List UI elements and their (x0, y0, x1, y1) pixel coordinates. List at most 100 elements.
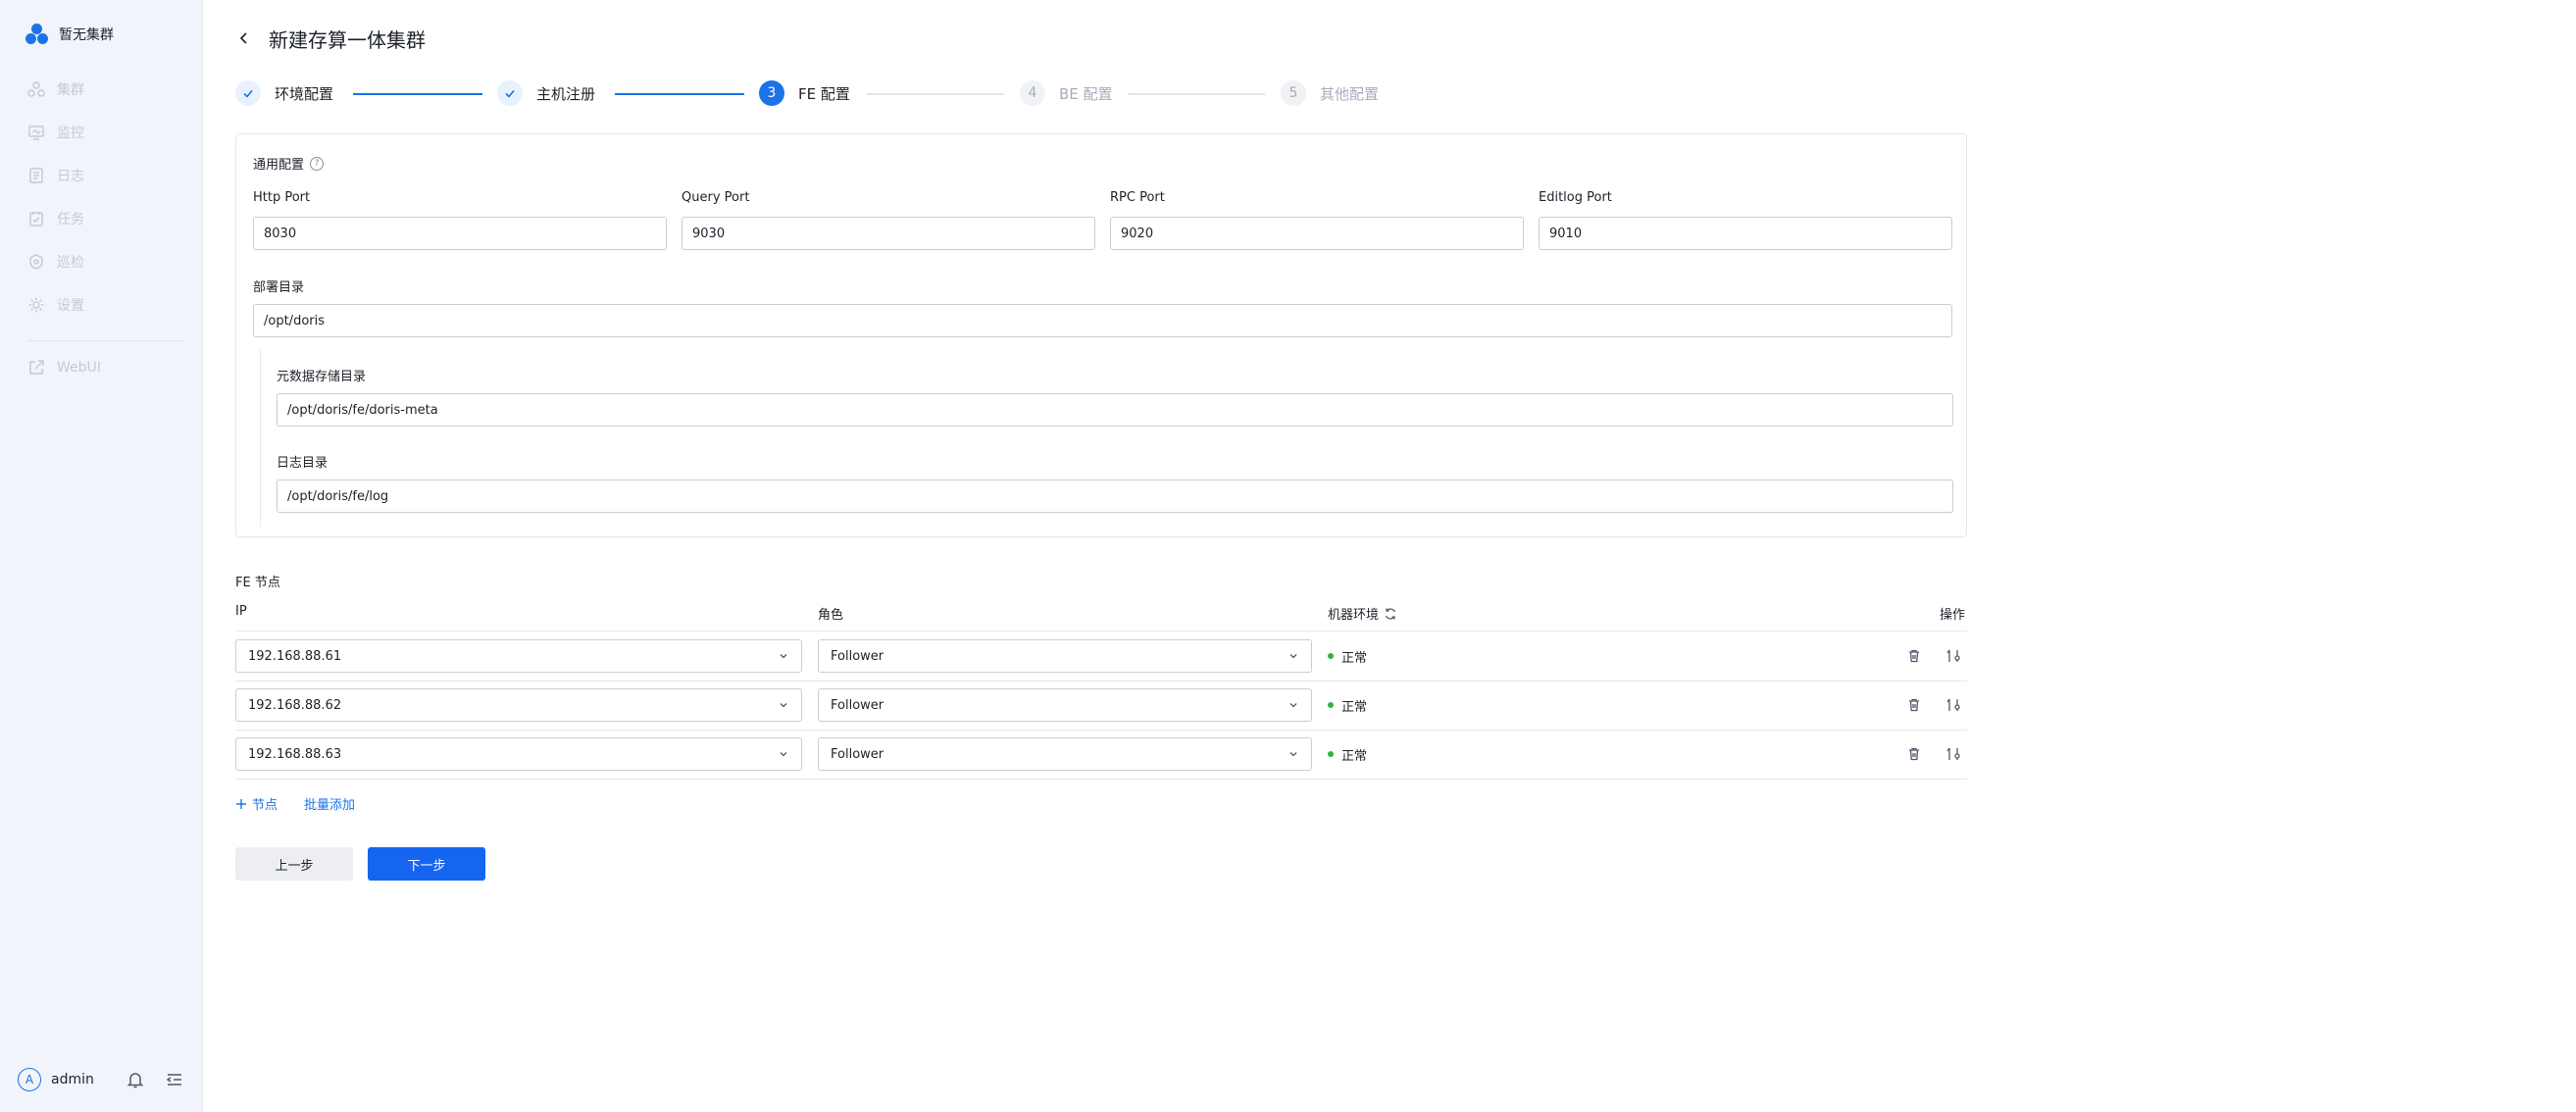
ip-value: 192.168.88.61 (248, 648, 342, 664)
brand[interactable]: 暂无集群 (25, 22, 114, 47)
column-header-env: 机器环境 (1328, 604, 1397, 623)
section-title-text: 通用配置 (253, 158, 305, 173)
role-value: Follower (831, 697, 884, 713)
monitor-icon (28, 126, 44, 140)
table-divider (235, 631, 1967, 632)
ip-value: 192.168.88.63 (248, 746, 342, 762)
role-value: Follower (831, 746, 884, 762)
sidebar-item-label: 集群 (57, 82, 84, 98)
step-connector (353, 93, 482, 95)
step-label: 其他配置 (1320, 84, 1380, 103)
role-select[interactable]: Follower (818, 737, 1312, 771)
log-dir-input[interactable]: /opt/doris/fe/log (277, 480, 1953, 513)
rpc-port-label: RPC Port (1110, 190, 1165, 205)
deploy-dir-input[interactable]: /opt/doris (253, 304, 1952, 337)
sidebar: 暂无集群 集群 监控 日志 任务 巡检 设置 WebUI A admin (0, 0, 203, 1112)
log-icon (29, 168, 43, 183)
step-4: 4 BE 配置 (1020, 78, 1113, 108)
env-status: 正常 (1328, 745, 1368, 764)
column-header-role: 角色 (818, 608, 844, 623)
query-port-input[interactable]: 9030 (682, 217, 1095, 250)
sidebar-item-monitor[interactable]: 监控 (27, 122, 84, 143)
step-number: 3 (759, 80, 784, 106)
http-port-input[interactable]: 8030 (253, 217, 667, 250)
sidebar-item-inspection[interactable]: 巡检 (27, 251, 84, 273)
role-value: Follower (831, 648, 884, 664)
step-5: 5 其他配置 (1281, 78, 1379, 108)
table-divider (235, 730, 1967, 731)
node-settings-icon[interactable] (1945, 647, 1962, 665)
chevron-down-icon (780, 752, 787, 757)
fe-nodes-title: FE 节点 (235, 576, 280, 590)
ip-select[interactable]: 192.168.88.63 (235, 737, 802, 771)
query-port-label: Query Port (682, 190, 750, 205)
sidebar-divider (27, 340, 184, 341)
table-divider (235, 779, 1967, 780)
prev-step-button[interactable]: 上一步 (235, 847, 353, 881)
delete-icon[interactable] (1905, 696, 1923, 714)
settings-icon (28, 297, 44, 313)
step-label: 环境配置 (275, 84, 334, 103)
help-icon[interactable]: ? (310, 156, 325, 171)
status-dot (1328, 653, 1334, 659)
back-icon[interactable] (235, 29, 253, 47)
role-select[interactable]: Follower (818, 639, 1312, 673)
sidebar-item-settings[interactable]: 设置 (27, 294, 84, 316)
editlog-port-input[interactable]: 9010 (1539, 217, 1952, 250)
chevron-down-icon (780, 703, 787, 708)
task-icon (29, 212, 43, 227)
meta-dir-label: 元数据存储目录 (277, 370, 367, 384)
meta-dir-input[interactable]: /opt/doris/fe/doris-meta (277, 393, 1953, 427)
ip-select[interactable]: 192.168.88.61 (235, 639, 802, 673)
collapse-menu-icon[interactable] (165, 1070, 184, 1089)
chevron-down-icon (1289, 654, 1297, 659)
step-label: BE 配置 (1059, 84, 1113, 103)
log-dir-label: 日志目录 (277, 456, 328, 471)
page-header: 新建存算一体集群 (235, 24, 426, 53)
next-step-button[interactable]: 下一步 (368, 847, 485, 881)
status-text: 正常 (1341, 748, 1368, 764)
delete-icon[interactable] (1905, 647, 1923, 665)
status-dot (1328, 702, 1334, 708)
section-title: 通用配置 ? (253, 154, 325, 173)
deploy-dir-label: 部署目录 (253, 280, 305, 295)
step-1: 环境配置 (235, 78, 333, 108)
sidebar-item-task[interactable]: 任务 (27, 208, 84, 229)
step-connector (867, 93, 1004, 95)
column-header-env-label: 机器环境 (1328, 608, 1380, 623)
chevron-down-icon (1289, 703, 1297, 708)
node-settings-icon[interactable] (1945, 745, 1962, 763)
role-select[interactable]: Follower (818, 688, 1312, 722)
sidebar-item-label: WebUI (57, 360, 101, 376)
refresh-icon[interactable] (1384, 607, 1397, 621)
user-name[interactable]: admin (51, 1072, 94, 1087)
chevron-down-icon (780, 654, 787, 659)
avatar[interactable]: A (18, 1068, 41, 1091)
add-node-button[interactable]: 节点 (235, 794, 278, 813)
sidebar-item-log[interactable]: 日志 (27, 165, 84, 186)
step-number: 4 (1020, 80, 1045, 106)
sidebar-item-cluster[interactable]: 集群 (27, 78, 84, 100)
step-2: 主机注册 (497, 78, 595, 108)
step-label: 主机注册 (536, 84, 596, 103)
step-label: FE 配置 (798, 84, 850, 103)
bell-icon[interactable] (126, 1070, 145, 1089)
sidebar-item-label: 设置 (57, 298, 84, 314)
status-dot (1328, 751, 1334, 757)
steps: 环境配置 主机注册 3 FE 配置 4 BE 配置 5 其他配置 (235, 78, 1402, 108)
sidebar-footer: A admin (18, 1065, 189, 1094)
check-icon (497, 80, 523, 106)
env-status: 正常 (1328, 647, 1368, 666)
ip-select[interactable]: 192.168.88.62 (235, 688, 802, 722)
batch-add-button[interactable]: 批量添加 (304, 794, 355, 813)
sidebar-item-webui[interactable]: WebUI (27, 357, 101, 379)
delete-icon[interactable] (1905, 745, 1923, 763)
page-title: 新建存算一体集群 (269, 27, 426, 52)
rpc-port-input[interactable]: 9020 (1110, 217, 1524, 250)
table-divider (235, 681, 1967, 682)
env-status: 正常 (1328, 696, 1367, 715)
sidebar-item-label: 巡检 (57, 255, 84, 271)
node-settings-icon[interactable] (1945, 696, 1962, 714)
external-link-icon (29, 360, 44, 375)
status-text: 正常 (1341, 650, 1368, 666)
